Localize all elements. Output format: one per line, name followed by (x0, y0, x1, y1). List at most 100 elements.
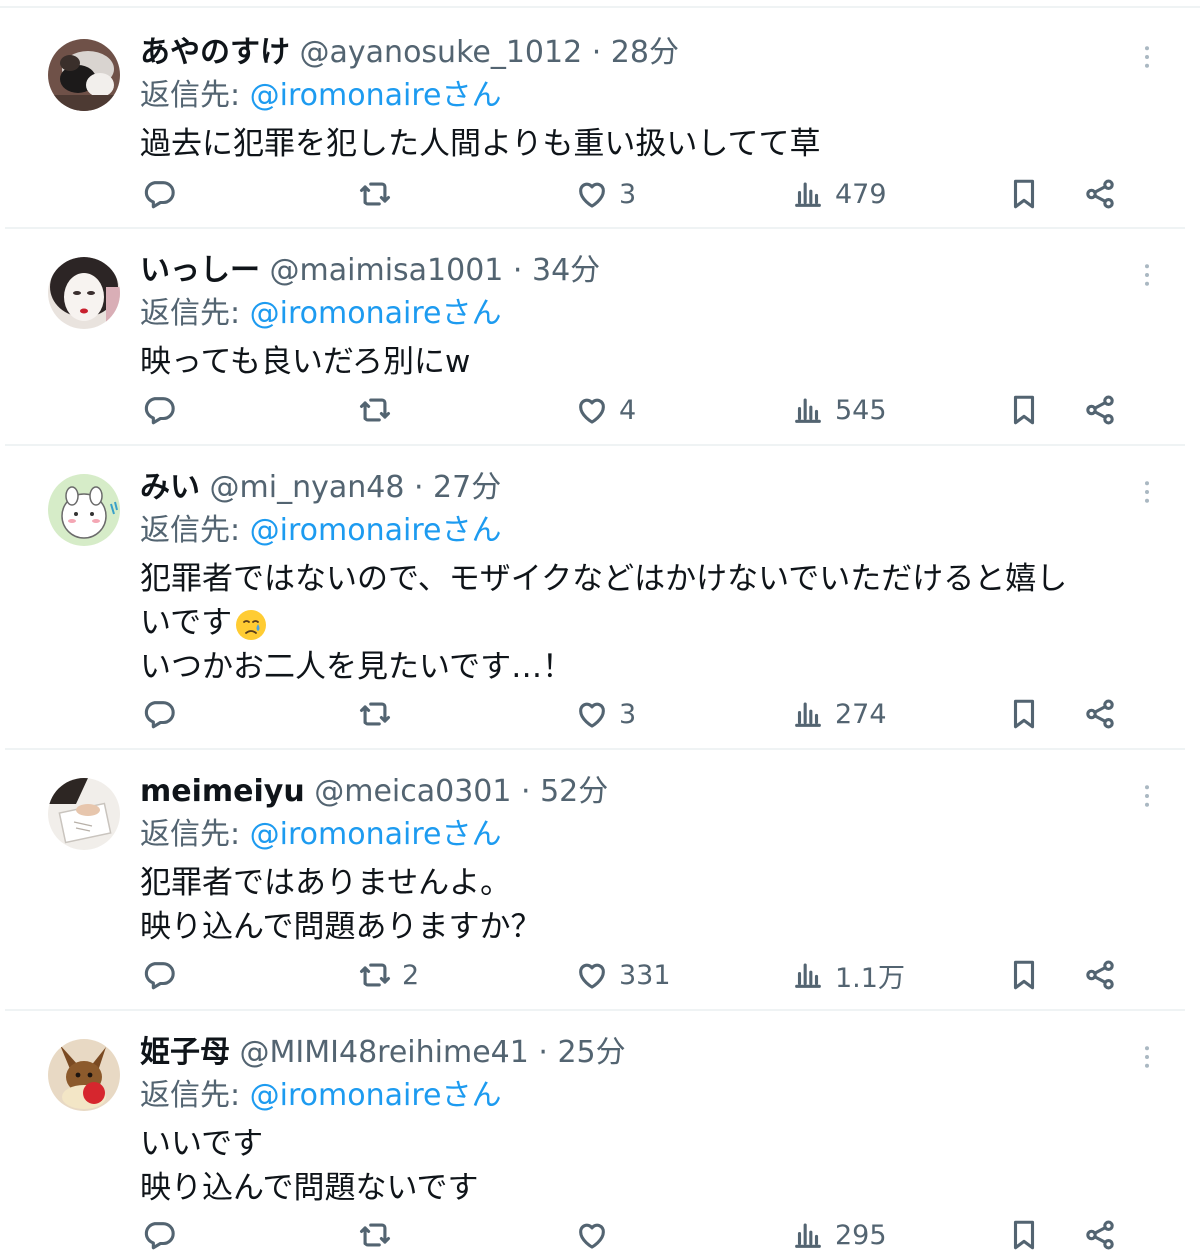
handle-and-time[interactable]: @ayanosuke_1012 · 28分 (290, 35, 679, 70)
replying-to: 返信先: @iromonaireさん (140, 813, 501, 857)
views-button[interactable]: 274 (791, 692, 887, 736)
reply-button[interactable] (142, 1213, 186, 1257)
share-icon (1086, 960, 1114, 990)
like-count: 4 (619, 394, 637, 426)
more-vertical-icon (1145, 46, 1149, 68)
retweet-button[interactable]: 2 (358, 953, 419, 997)
views-bar-chart-icon (795, 1223, 821, 1248)
heart-icon (579, 963, 605, 989)
avatar-image (48, 1039, 120, 1111)
bookmark-button[interactable] (1007, 1213, 1041, 1257)
reply-button[interactable] (142, 692, 186, 736)
bookmark-button[interactable] (1007, 172, 1041, 216)
like-button[interactable]: 4 (575, 388, 636, 432)
display-name[interactable]: みい (140, 470, 200, 505)
reply-mention-link[interactable]: @iromonaireさん (250, 78, 502, 113)
tweet-reply[interactable]: meimeiyu @meica0301 · 52分 返信先: @iromonai… (0, 749, 1200, 1011)
reply-button[interactable] (142, 388, 186, 432)
retweet-icon (359, 1223, 391, 1247)
retweet-button[interactable] (358, 172, 402, 216)
tweet-text-line: いつかお二人を見たいです…！ (140, 649, 574, 685)
bookmark-button[interactable] (1007, 388, 1041, 432)
like-count: 331 (619, 959, 671, 991)
more-options-button[interactable] (1130, 1040, 1164, 1074)
replying-to-label: 返信先: (140, 817, 250, 852)
tweet-reply[interactable]: いっしー @maimisa1001 · 34分 返信先: @iromonaire… (0, 228, 1200, 446)
replying-to: 返信先: @iromonaireさん (140, 74, 501, 118)
tweet-text-line: 映り込んで問題ないです (140, 1170, 479, 1206)
like-button[interactable] (575, 1213, 619, 1257)
retweet-button[interactable] (358, 388, 402, 432)
more-options-button[interactable] (1130, 40, 1164, 74)
replying-to-label: 返信先: (140, 1078, 250, 1113)
like-count: 3 (619, 698, 637, 730)
share-button[interactable] (1083, 692, 1117, 736)
action-bar: 2 331 1.1万 (0, 953, 1200, 997)
avatar[interactable] (48, 474, 120, 546)
bookmark-icon (1013, 699, 1035, 729)
like-button[interactable]: 331 (575, 953, 671, 997)
avatar[interactable] (48, 1039, 120, 1111)
share-button[interactable] (1083, 172, 1117, 216)
action-bar: 3 479 (0, 172, 1200, 216)
reply-button[interactable] (142, 953, 186, 997)
display-name[interactable]: あやのすけ (140, 35, 290, 70)
display-name[interactable]: いっしー (140, 253, 260, 288)
share-button[interactable] (1083, 1213, 1117, 1257)
more-options-button[interactable] (1130, 258, 1164, 292)
action-bar: 295 (0, 1213, 1200, 1257)
views-count: 479 (835, 178, 887, 210)
tweet-reply[interactable]: あやのすけ @ayanosuke_1012 · 28分 返信先: @iromon… (0, 10, 1200, 229)
like-count: 3 (619, 178, 637, 210)
share-icon (1086, 1220, 1114, 1250)
bookmark-button[interactable] (1007, 953, 1041, 997)
like-button[interactable]: 3 (575, 172, 636, 216)
handle-and-time[interactable]: @meica0301 · 52分 (305, 774, 608, 809)
views-count: 295 (835, 1219, 887, 1251)
reply-icon (144, 962, 175, 990)
more-options-button[interactable] (1130, 475, 1164, 509)
display-name[interactable]: 姫子母 (140, 1035, 230, 1070)
handle-and-time[interactable]: @mi_nyan48 · 27分 (200, 470, 502, 505)
reply-icon (144, 701, 175, 729)
reply-mention-link[interactable]: @iromonaireさん (250, 1078, 502, 1113)
share-button[interactable] (1083, 953, 1117, 997)
views-button[interactable]: 295 (791, 1213, 887, 1257)
reply-icon (144, 1222, 175, 1250)
retweet-button[interactable] (358, 692, 402, 736)
retweet-button[interactable] (358, 1213, 402, 1257)
avatar-image (48, 474, 120, 546)
views-button[interactable]: 479 (791, 172, 887, 216)
replying-to-label: 返信先: (140, 296, 250, 331)
like-button[interactable]: 3 (575, 692, 636, 736)
views-count: 1.1万 (835, 962, 905, 994)
tweet-header: みい @mi_nyan48 · 27分 (140, 466, 501, 510)
reply-mention-link[interactable]: @iromonaireさん (250, 296, 502, 331)
display-name[interactable]: meimeiyu (140, 774, 305, 809)
reply-button[interactable] (142, 172, 186, 216)
more-vertical-icon (1145, 481, 1149, 503)
tweet-header: meimeiyu @meica0301 · 52分 (140, 770, 608, 814)
reply-mention-link[interactable]: @iromonaireさん (250, 513, 502, 548)
reply-mention-link[interactable]: @iromonaireさん (250, 817, 502, 852)
bookmark-button[interactable] (1007, 692, 1041, 736)
handle-and-time[interactable]: @MIMI48reihime41 · 25分 (230, 1035, 626, 1070)
more-options-button[interactable] (1130, 779, 1164, 813)
handle-and-time[interactable]: @maimisa1001 · 34分 (260, 253, 601, 288)
tweet-text-line: 映り込んで問題ありますか？ (140, 909, 542, 945)
share-button[interactable] (1083, 388, 1117, 432)
replying-to-label: 返信先: (140, 513, 250, 548)
bookmark-icon (1013, 395, 1035, 425)
avatar[interactable] (48, 257, 120, 329)
share-icon (1086, 395, 1114, 425)
tweet-reply[interactable]: 姫子母 @MIMI48reihime41 · 25分 返信先: @iromona… (0, 1010, 1200, 1257)
views-button[interactable]: 545 (791, 388, 887, 432)
tweet-reply[interactable]: みい @mi_nyan48 · 27分 返信先: @iromonaireさん 犯… (0, 445, 1200, 750)
avatar[interactable] (48, 39, 120, 111)
views-button[interactable]: 1.1万 (791, 953, 905, 997)
avatar[interactable] (48, 778, 120, 850)
more-vertical-icon (1145, 264, 1149, 286)
retweet-icon (359, 963, 391, 987)
heart-icon (579, 398, 605, 424)
top-divider (0, 6, 1200, 8)
